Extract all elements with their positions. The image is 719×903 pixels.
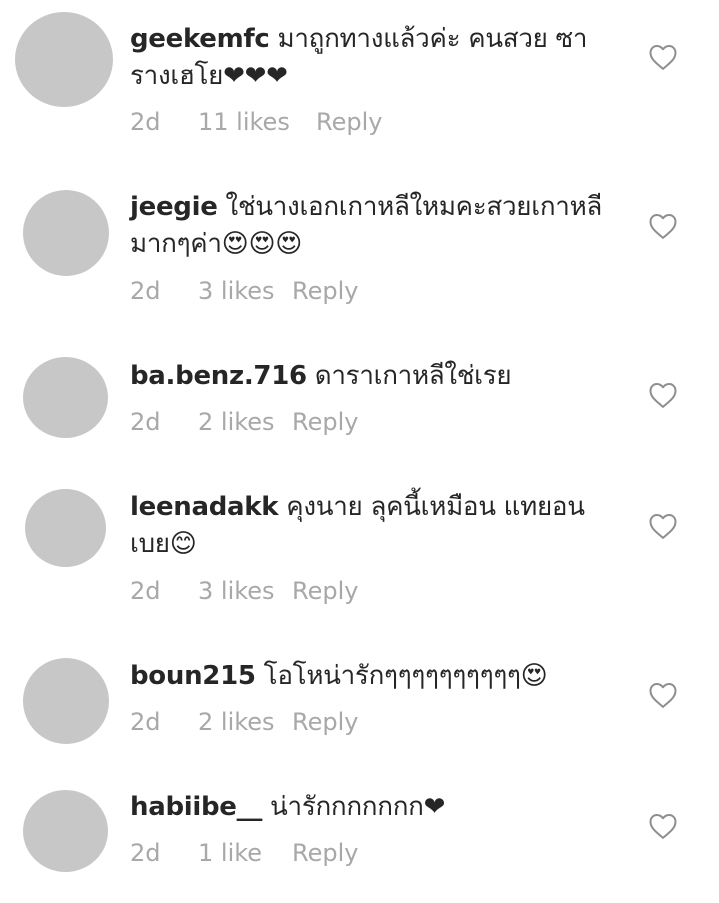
comment-meta: 2d 3 likes Reply [130,577,358,605]
comment-likes[interactable]: 1 like [198,839,292,867]
like-heart-icon[interactable] [648,212,678,240]
comment-username[interactable]: ba.benz.716 [130,361,307,391]
comment-body: jeegie ใช่นางเอกเกาหลีใหมคะสวยเกาหลีมากๆค… [130,189,620,263]
comment-likes[interactable]: 2 likes [198,408,292,436]
comment-time: 2d [130,577,161,605]
comment-text: น่ารักกกกกกก❤ [270,792,446,822]
avatar[interactable] [23,357,108,438]
comment-likes[interactable]: 2 likes [198,708,292,736]
comment-time: 2d [130,708,161,736]
comment-likes[interactable]: 3 likes [198,277,292,305]
avatar[interactable] [23,790,108,872]
comment-meta: 2d 1 like Reply [130,839,358,867]
comment-username[interactable]: geekemfc [130,24,270,54]
comment-body: habiibe__ น่ารักกกกกกก❤ [130,789,620,826]
reply-button[interactable]: Reply [292,577,358,605]
comment-body: leenadakk คุงนาย ลุคนี้เหมือน แทยอนเบย😊 [130,489,620,563]
like-heart-icon[interactable] [648,512,678,540]
comment-meta: 2d 3 likes Reply [130,277,358,305]
reply-button[interactable]: Reply [292,839,358,867]
like-heart-icon[interactable] [648,381,678,409]
comment-likes[interactable]: 11 likes [198,108,316,136]
comment-body: geekemfc มาถูกทางแล้วค่ะ คนสวย ซารางเฮโย❤… [130,21,620,95]
like-heart-icon[interactable] [648,681,678,709]
comment-username[interactable]: boun215 [130,661,256,691]
comment-time: 2d [130,108,161,136]
avatar[interactable] [15,12,113,107]
comment-time: 2d [130,408,161,436]
reply-button[interactable]: Reply [292,277,358,305]
comment-text: โอโหน่ารักๆๆๆๆๆๆๆๆๆๆ😍 [263,661,548,691]
comment-text: ดาราเกาหลีใช่เรย [314,361,512,391]
reply-button[interactable]: Reply [316,108,382,136]
comment-meta: 2d 11 likes Reply [130,108,382,136]
comment-meta: 2d 2 likes Reply [130,408,358,436]
avatar[interactable] [25,489,106,567]
comment-likes[interactable]: 3 likes [198,577,292,605]
comment-meta: 2d 2 likes Reply [130,708,358,736]
avatar[interactable] [23,658,109,744]
like-heart-icon[interactable] [648,812,678,840]
like-heart-icon[interactable] [648,43,678,71]
comment-time: 2d [130,839,161,867]
comment-body: boun215 โอโหน่ารักๆๆๆๆๆๆๆๆๆๆ😍 [130,658,620,695]
comment-username[interactable]: habiibe__ [130,792,262,822]
reply-button[interactable]: Reply [292,708,358,736]
reply-button[interactable]: Reply [292,408,358,436]
comment-username[interactable]: leenadakk [130,492,279,522]
avatar[interactable] [23,190,109,276]
comment-username[interactable]: jeegie [130,192,218,222]
comment-body: ba.benz.716 ดาราเกาหลีใช่เรย [130,358,620,395]
comment-time: 2d [130,277,161,305]
